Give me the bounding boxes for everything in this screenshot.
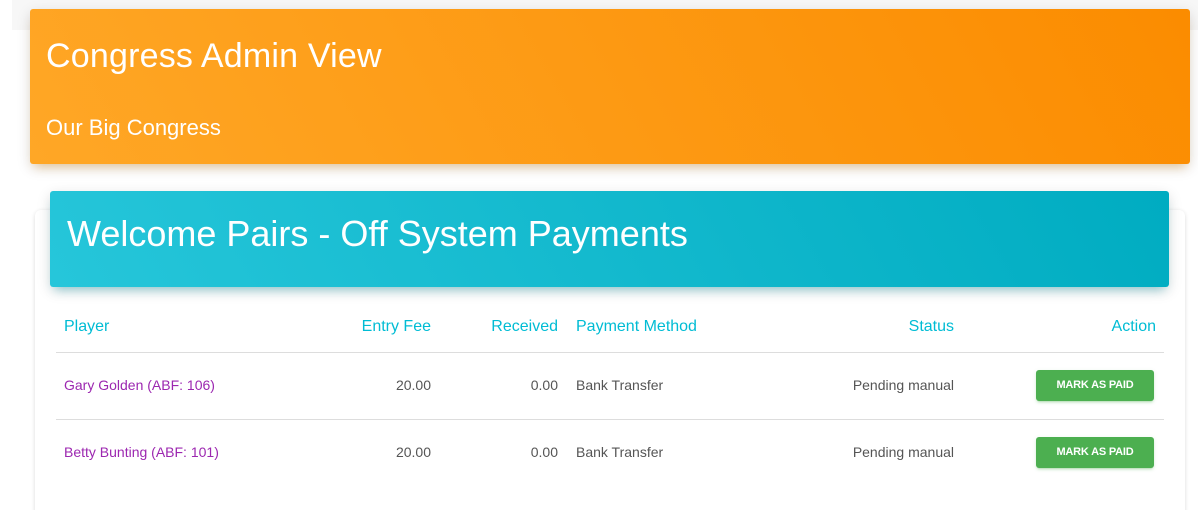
payment-method-value: Bank Transfer bbox=[576, 444, 664, 460]
table-row: Betty Bunting (ABF: 101) 20.00 0.00 Bank… bbox=[56, 420, 1164, 487]
congress-name: Our Big Congress bbox=[46, 115, 221, 140]
payments-card-header: Welcome Pairs - Off System Payments bbox=[50, 191, 1169, 287]
status-value: Pending manual bbox=[852, 444, 954, 460]
payment-method-value: Bank Transfer bbox=[576, 377, 664, 393]
mark-as-paid-button[interactable]: MARK AS PAID bbox=[1036, 370, 1154, 401]
column-header-payment-method: Payment Method bbox=[576, 318, 697, 335]
table-row: Gary Golden (ABF: 106) 20.00 0.00 Bank T… bbox=[56, 353, 1164, 420]
column-header-received: Received bbox=[491, 318, 558, 335]
mark-as-paid-button[interactable]: MARK AS PAID bbox=[1036, 437, 1154, 468]
player-name-link[interactable]: Gary Golden (ABF: 106) bbox=[64, 377, 215, 393]
page-header: Congress Admin View Our Big Congress bbox=[30, 9, 1190, 164]
status-value: Pending manual bbox=[852, 377, 954, 393]
entry-fee-value: 20.00 bbox=[395, 377, 431, 393]
payments-card-title: Welcome Pairs - Off System Payments bbox=[67, 213, 688, 254]
entry-fee-value: 20.00 bbox=[395, 444, 431, 460]
received-value: 0.00 bbox=[530, 377, 558, 393]
page-title: Congress Admin View bbox=[46, 37, 382, 75]
page: Congress Admin View Our Big Congress Wel… bbox=[0, 0, 1198, 510]
column-header-entry-fee: Entry Fee bbox=[361, 318, 431, 335]
column-header-player: Player bbox=[64, 318, 110, 335]
player-name-link[interactable]: Betty Bunting (ABF: 101) bbox=[64, 444, 219, 460]
column-header-action: Action bbox=[1111, 318, 1156, 335]
received-value: 0.00 bbox=[530, 444, 558, 460]
column-header-status: Status bbox=[908, 318, 954, 335]
